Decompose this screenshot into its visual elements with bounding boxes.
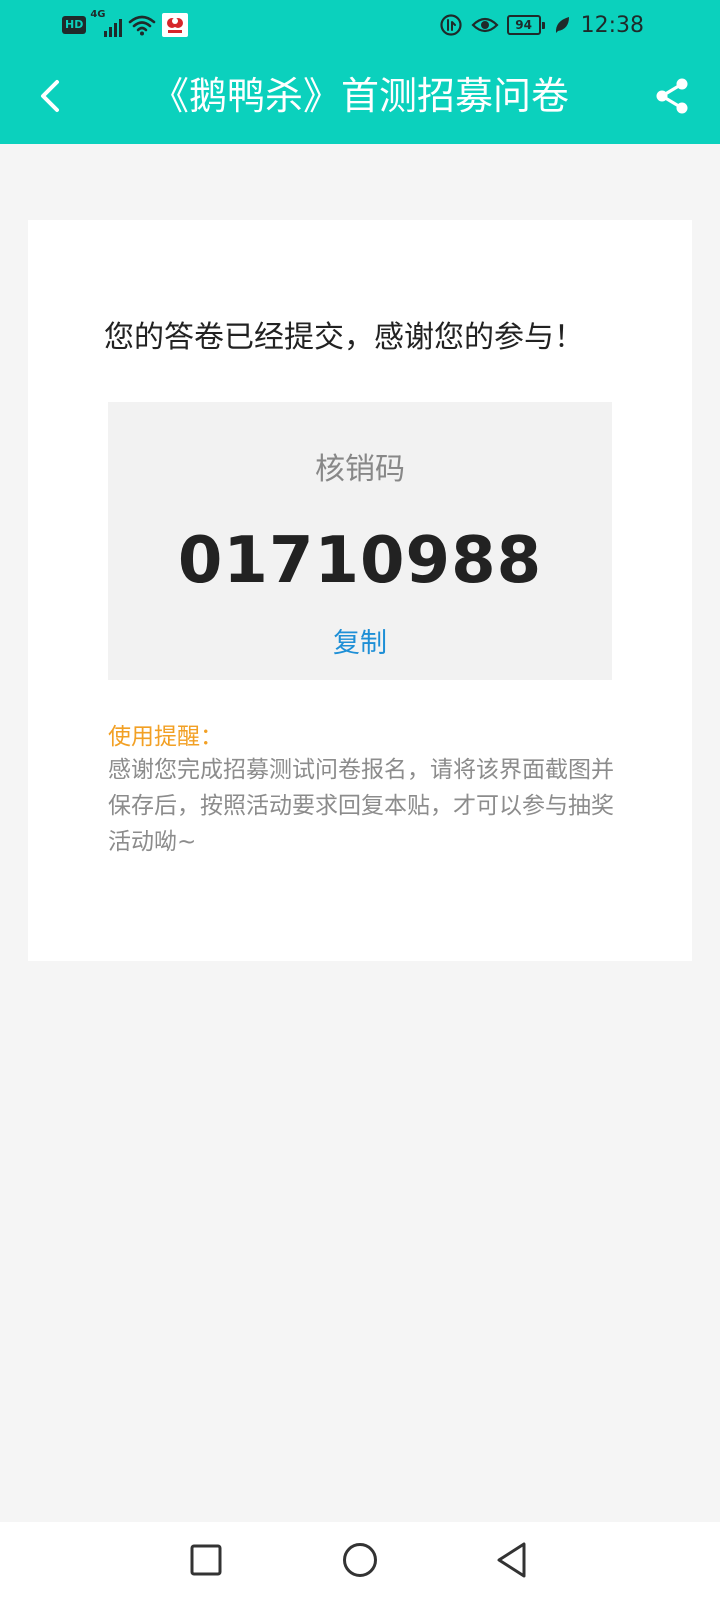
status-bar: HD 4G 94 12:38 [0,0,720,50]
eye-comfort-icon [471,15,499,35]
home-icon[interactable] [336,1536,384,1584]
success-message: 您的答卷已经提交，感谢您的参与！ [104,320,584,355]
page-title: 《鹅鸭杀》首测招募问卷 [150,74,569,118]
code-label: 核销码 [315,452,405,487]
chevron-left-icon[interactable] [28,72,72,120]
copy-button[interactable]: 复制 [310,622,410,666]
app-header: HD 4G 94 12:38 《鹅鸭杀》首测招募问卷 [0,0,720,144]
redemption-code-box: 核销码 01710988 复制 [108,402,612,680]
status-time: 12:38 [580,12,644,38]
system-nav-bar [0,1522,720,1600]
reminder-title: 使用提醒： [108,724,223,750]
code-value: 01710988 [177,524,543,598]
app-notification-icon [162,13,189,37]
status-right: 94 12:38 [439,10,644,40]
back-triangle-icon[interactable] [488,1536,536,1584]
result-card: 您的答卷已经提交，感谢您的参与！ 核销码 01710988 复制 使用提醒： 感… [28,220,692,961]
battery-level: 94 [515,18,532,32]
leaf-icon [553,15,571,35]
battery-icon: 94 [506,15,545,35]
status-left: HD 4G [62,9,189,39]
recent-apps-icon[interactable] [182,1536,230,1584]
share-icon[interactable] [648,72,696,120]
network-type-label: 4G [90,9,106,20]
reminder-text: 感谢您完成招募测试问卷报名，请将该界面截图并保存后，按照活动要求回复本贴，才可以… [108,757,614,855]
hd-icon: HD [62,16,87,34]
data-saver-icon [439,13,463,37]
wifi-icon [128,14,156,36]
signal-icon: 4G [90,9,123,37]
